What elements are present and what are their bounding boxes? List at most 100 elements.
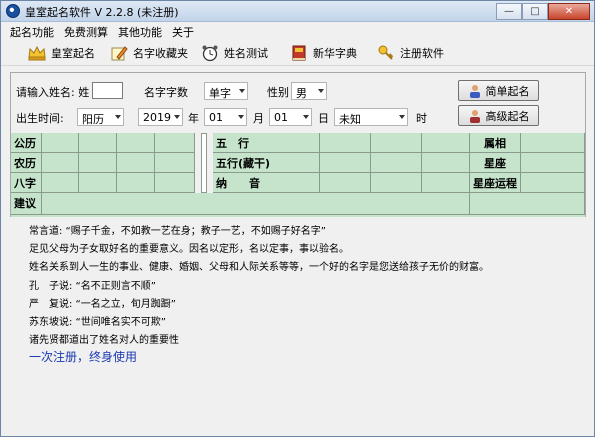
name-test-button[interactable]: 姓名测试	[201, 42, 268, 64]
grid-cell	[155, 153, 195, 173]
simple-naming-button[interactable]: 简单起名	[458, 80, 539, 101]
dictionary-label: 新华字典	[313, 47, 357, 60]
name-favorites-label: 名字收藏夹	[133, 47, 188, 60]
year-value: 2019	[143, 111, 171, 124]
grid-cell	[371, 173, 422, 193]
menu-bar: 起名功能 免费测算 其他功能 关于	[1, 22, 594, 39]
chevron-down-icon	[115, 115, 121, 119]
dictionary-button[interactable]: 新华字典	[290, 42, 357, 64]
register-software-button[interactable]: 注册软件	[377, 42, 444, 64]
grid-cell	[470, 193, 585, 215]
grid-cell	[422, 173, 470, 193]
advanced-naming-label: 高级起名	[485, 109, 530, 123]
royal-naming-label: 皇室起名	[51, 47, 95, 60]
simple-naming-label: 简单起名	[485, 84, 530, 98]
register-slogan: 一次注册，终身使用	[29, 350, 138, 364]
grid-separator	[201, 133, 207, 193]
app-window: 皇室起名软件 V 2.2.8 (未注册) — □ ✕ 起名功能 免费测算 其他功…	[0, 0, 595, 437]
person-icon	[469, 84, 480, 98]
star-fortune-value	[521, 173, 585, 193]
grid-cell	[371, 133, 422, 153]
grid-cell	[79, 133, 117, 153]
nayin-label: 纳 音	[213, 173, 320, 193]
grid-cell	[422, 153, 470, 173]
advice-label: 建议	[11, 193, 42, 215]
hour-select[interactable]: 未知	[334, 108, 408, 126]
window-title: 皇室起名软件 V 2.2.8 (未注册)	[25, 6, 179, 19]
grid-cell	[155, 133, 195, 153]
wuxing-label: 五 行	[213, 133, 320, 153]
intro-line: 孔 子说: “名不正则言不顺”	[29, 281, 156, 292]
maximize-button[interactable]: □	[522, 3, 548, 20]
surname-input[interactable]	[92, 82, 123, 99]
chevron-down-icon	[174, 115, 180, 119]
name-test-label: 姓名测试	[224, 47, 268, 60]
royal-naming-button[interactable]: 皇室起名	[28, 42, 95, 64]
grid-cell	[155, 173, 195, 193]
grid-cell	[79, 153, 117, 173]
calendar-value: 阳历	[82, 113, 104, 126]
minimize-button[interactable]: —	[496, 3, 522, 20]
day-unit: 日	[318, 112, 329, 125]
name-count-select[interactable]: 单字	[204, 82, 248, 100]
close-button[interactable]: ✕	[548, 3, 590, 20]
key-icon	[377, 44, 395, 62]
zodiac-label: 属相	[470, 133, 521, 153]
grid-cell	[320, 153, 371, 173]
app-logo-icon	[6, 4, 20, 18]
chevron-down-icon	[238, 115, 244, 119]
chevron-down-icon	[399, 115, 405, 119]
book-icon	[290, 44, 308, 62]
grid-cell	[371, 153, 422, 173]
lunar-label: 农历	[11, 153, 42, 173]
grid-cell	[42, 133, 79, 153]
grid-cell	[320, 173, 371, 193]
title-bar: 皇室起名软件 V 2.2.8 (未注册) — □ ✕	[1, 1, 594, 22]
day-select[interactable]: 01	[269, 108, 312, 126]
year-unit: 年	[188, 112, 199, 125]
intro-line: 严 复说: “一名之立，旬月踟蹰”	[29, 299, 176, 310]
window-controls: — □ ✕	[496, 3, 590, 20]
hour-unit: 时	[416, 112, 427, 125]
menu-naming[interactable]: 起名功能	[5, 22, 59, 39]
menu-free-test[interactable]: 免费测算	[59, 22, 113, 39]
month-select[interactable]: 01	[204, 108, 247, 126]
month-value: 01	[209, 111, 223, 124]
grid-cell	[117, 153, 155, 173]
name-favorites-button[interactable]: 名字收藏夹	[110, 42, 188, 64]
intro-line: 足见父母为子女取好名的重要意义。因名以定形，名以定事，事以验名。	[29, 244, 349, 255]
month-unit: 月	[253, 112, 264, 125]
calendar-select[interactable]: 阳历	[77, 108, 124, 126]
wuxing-hidden-label: 五行(藏干)	[213, 153, 320, 173]
hour-value: 未知	[339, 113, 361, 126]
grid-cell	[422, 133, 470, 153]
bazi-grid: 公历 五 行 属相 农历 五行(藏干) 星座 八字 纳 音 星座运程 建议	[11, 133, 585, 217]
star-fortune-label: 星座运程	[470, 173, 521, 193]
year-select[interactable]: 2019	[138, 108, 183, 126]
intro-line: 苏东坡说: “世间唯名实不可欺”	[29, 317, 166, 328]
star-sign-value	[521, 153, 585, 173]
register-software-label: 注册软件	[400, 47, 444, 60]
advice-value	[42, 193, 470, 215]
person-icon	[469, 109, 480, 123]
grid-cell	[42, 153, 79, 173]
input-panel: 请输入姓名: 姓 名字字数 单字 性别 男 出生时间: 阳历 2019 年 01…	[10, 72, 586, 217]
gender-select[interactable]: 男	[291, 82, 327, 100]
intro-line: 常言道: “赐子千金，不如教一艺在身；教子一艺，不如赐子好名字”	[29, 226, 326, 237]
grid-cell	[117, 173, 155, 193]
gender-label: 性别	[267, 86, 289, 99]
birth-time-label: 出生时间:	[16, 112, 64, 125]
chevron-down-icon	[318, 89, 324, 93]
advanced-naming-button[interactable]: 高级起名	[458, 105, 539, 126]
name-count-label: 名字字数	[144, 86, 188, 99]
alarm-clock-icon	[201, 44, 219, 62]
grid-cell	[320, 133, 371, 153]
zodiac-value	[521, 133, 585, 153]
surname-label: 请输入姓名: 姓	[16, 86, 90, 99]
intro-line: 姓名关系到人一生的事业、健康、婚姻、父母和人际关系等等，一个好的名字是您送给孩子…	[29, 262, 489, 273]
grid-cell	[117, 133, 155, 153]
menu-about[interactable]: 关于	[167, 22, 199, 39]
menu-other[interactable]: 其他功能	[113, 22, 167, 39]
gregorian-label: 公历	[11, 133, 42, 153]
crown-icon	[28, 44, 46, 62]
